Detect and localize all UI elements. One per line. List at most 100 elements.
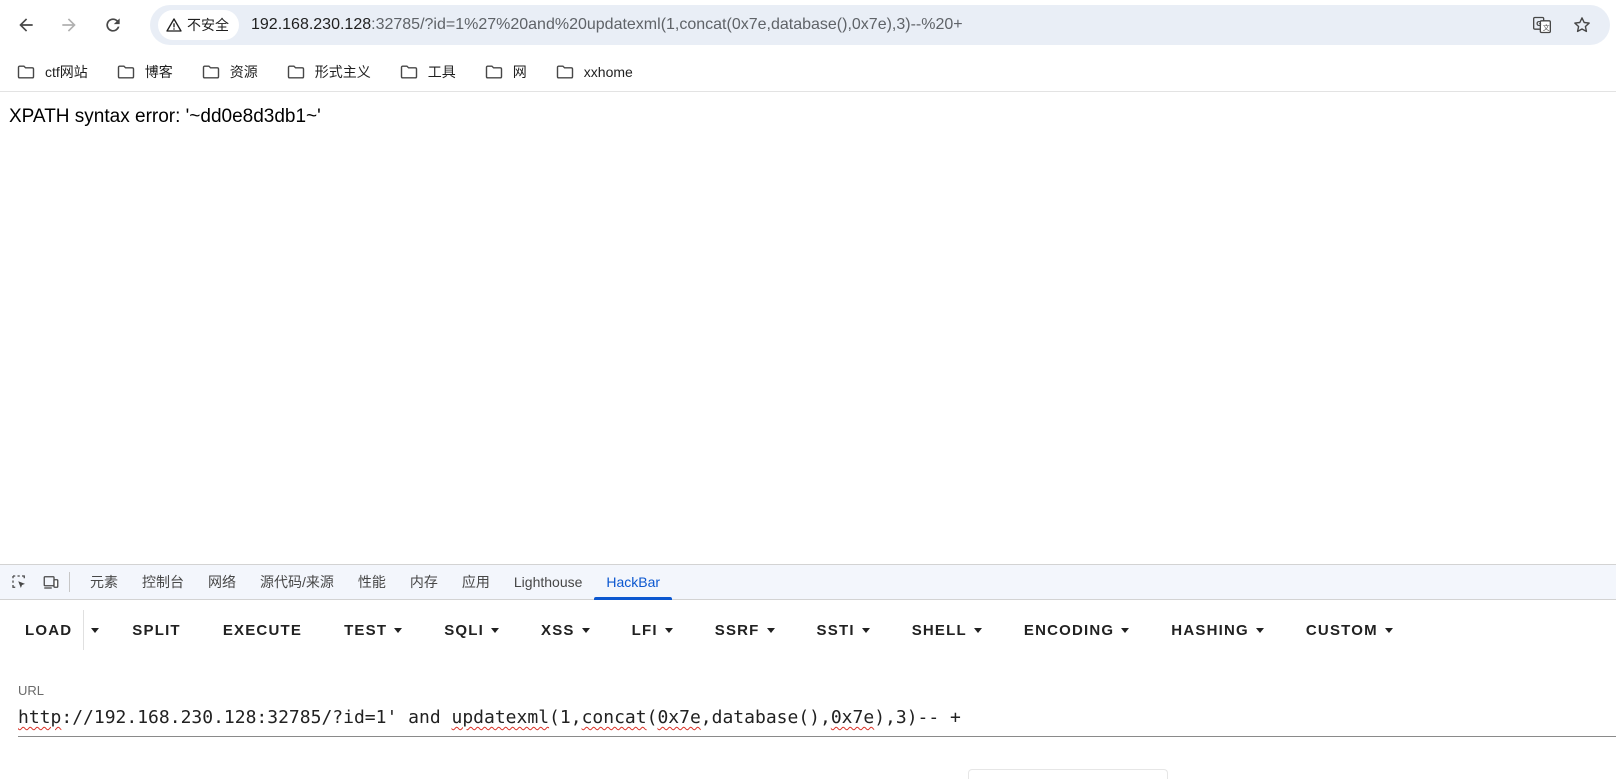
caret-down-icon (90, 627, 99, 633)
folder-icon (485, 64, 502, 79)
url-part: (1, (549, 707, 582, 728)
browser-toolbar: 不安全 192.168.230.128:32785/?id=1%27%20and… (0, 0, 1616, 50)
caret-down-icon (1255, 627, 1264, 633)
url-part: updatexml (451, 707, 550, 728)
tab-performance[interactable]: 性能 (346, 565, 398, 599)
folder-icon (202, 64, 219, 79)
arrow-right-icon (62, 18, 76, 32)
caret-down-icon (766, 627, 775, 633)
inspect-icon (12, 575, 25, 588)
bookmark-label: 博客 (144, 63, 173, 80)
reload-button[interactable] (97, 9, 129, 41)
address-bar[interactable]: 不安全 192.168.230.128:32785/?id=1%27%20and… (150, 5, 1610, 45)
url-part: ,database(), (700, 707, 831, 728)
caret-down-icon (664, 627, 673, 633)
bookmarks-bar: ctf网站 博客 资源 形式主义 工具 网 xxhome (0, 52, 1616, 92)
load-dropdown-toggle[interactable] (83, 610, 105, 650)
bookmark-folder[interactable]: 工具 (399, 57, 462, 87)
devtools-panel: 元素 控制台 网络 源代码/来源 性能 内存 应用 Lighthouse Hac… (0, 564, 1616, 779)
arrow-left-icon (19, 18, 33, 32)
device-toolbar-button[interactable] (35, 565, 67, 599)
translate-button[interactable]: G 文 (1530, 13, 1554, 37)
split-button[interactable]: SPLIT (121, 610, 192, 650)
custom-menu-button[interactable]: CUSTOM (1295, 610, 1404, 650)
folder-icon (117, 64, 134, 79)
reload-icon (106, 18, 120, 32)
tab-memory[interactable]: 内存 (398, 565, 450, 599)
url-part: 0x7e (657, 707, 701, 728)
svg-text:G: G (1536, 20, 1541, 28)
ssrf-label: SSRF (714, 621, 760, 639)
tab-application[interactable]: 应用 (450, 565, 502, 599)
encoding-label: ENCODING (1023, 621, 1115, 639)
sqli-label: SQLI (444, 621, 485, 639)
test-menu-button[interactable]: TEST (333, 610, 413, 650)
ssti-label: SSTI (816, 621, 855, 639)
bookmark-label: ctf网站 (45, 63, 88, 80)
translate-icon: G 文 (1533, 16, 1551, 34)
url-part: 0x7e (830, 707, 875, 728)
folder-icon (17, 64, 35, 79)
sqli-menu-button[interactable]: SQLI (433, 610, 510, 650)
bookmark-folder[interactable]: 网 (484, 57, 533, 87)
tab-console[interactable]: 控制台 (130, 565, 196, 599)
bookmark-folder[interactable]: 形式主义 (286, 57, 377, 87)
encoding-menu-button[interactable]: ENCODING (1013, 610, 1140, 650)
caret-down-icon (394, 627, 403, 633)
url-part: http (18, 707, 62, 728)
devtools-tabbar: 元素 控制台 网络 源代码/来源 性能 内存 应用 Lighthouse Hac… (0, 565, 1616, 600)
bookmark-folder[interactable]: 资源 (201, 57, 264, 87)
test-label: TEST (344, 621, 388, 639)
url-path: :32785/?id=1%27%20and%20updatexml(1,conc… (371, 16, 963, 33)
caret-down-icon (973, 627, 982, 633)
tab-sources[interactable]: 源代码/来源 (248, 565, 346, 599)
bookmark-folder[interactable]: 博客 (116, 57, 179, 87)
caret-down-icon (1121, 627, 1130, 633)
ssrf-menu-button[interactable]: SSRF (704, 610, 786, 650)
bookmark-label: 工具 (427, 63, 456, 80)
warning-icon (166, 18, 182, 32)
hashing-menu-button[interactable]: HASHING (1160, 610, 1275, 650)
ssti-menu-button[interactable]: SSTI (806, 610, 881, 650)
url-host: 192.168.230.128 (251, 16, 372, 33)
forward-button[interactable] (53, 9, 85, 41)
folder-icon (556, 64, 573, 79)
url-part: ( (646, 707, 658, 728)
execute-label: EXECUTE (222, 621, 303, 639)
url-text[interactable]: 192.168.230.128:32785/?id=1%27%20and%20u… (251, 16, 963, 34)
load-button[interactable]: LOAD (14, 610, 83, 650)
bookmark-folder[interactable]: ctf网站 (16, 57, 94, 87)
page-content: XPATH syntax error: '~dd0e8d3db1~' (0, 94, 1616, 564)
error-message: XPATH syntax error: '~dd0e8d3db1~' (9, 106, 321, 127)
caret-down-icon (581, 627, 590, 633)
hackbar-url-input[interactable]: http://192.168.230.128:32785/?id=1' and … (18, 703, 1616, 737)
tab-network[interactable]: 网络 (196, 565, 248, 599)
url-part: ),3)-- + (874, 707, 961, 728)
bookmark-folder[interactable]: xxhome (555, 57, 639, 87)
security-label: 不安全 (187, 18, 229, 34)
tab-lighthouse[interactable]: Lighthouse (502, 565, 595, 599)
svg-text:文: 文 (1543, 23, 1550, 32)
hackbar-lower-panel-edge (968, 769, 1168, 779)
back-button[interactable] (10, 9, 42, 41)
lfi-menu-button[interactable]: LFI (621, 610, 684, 650)
split-label: SPLIT (132, 621, 181, 639)
shell-menu-button[interactable]: SHELL (901, 610, 993, 650)
bookmark-label: 形式主义 (314, 63, 371, 80)
tabbar-divider (69, 572, 70, 592)
url-field-label: URL (18, 683, 45, 698)
hashing-label: HASHING (1171, 621, 1249, 639)
url-part: ://192.168.230.128:32785/?id=1' and (61, 707, 452, 728)
bookmark-label: xxhome (583, 63, 633, 80)
security-chip[interactable]: 不安全 (158, 10, 239, 40)
caret-down-icon (1384, 627, 1393, 633)
device-icon (43, 576, 59, 589)
tab-hackbar[interactable]: HackBar (594, 565, 672, 600)
inspect-element-button[interactable] (3, 565, 35, 599)
xss-menu-button[interactable]: XSS (530, 610, 601, 650)
bookmark-label: 资源 (229, 63, 258, 80)
lfi-label: LFI (631, 621, 658, 639)
tab-elements[interactable]: 元素 (78, 565, 130, 599)
bookmark-star-button[interactable] (1570, 13, 1594, 37)
execute-button[interactable]: EXECUTE (212, 610, 313, 650)
